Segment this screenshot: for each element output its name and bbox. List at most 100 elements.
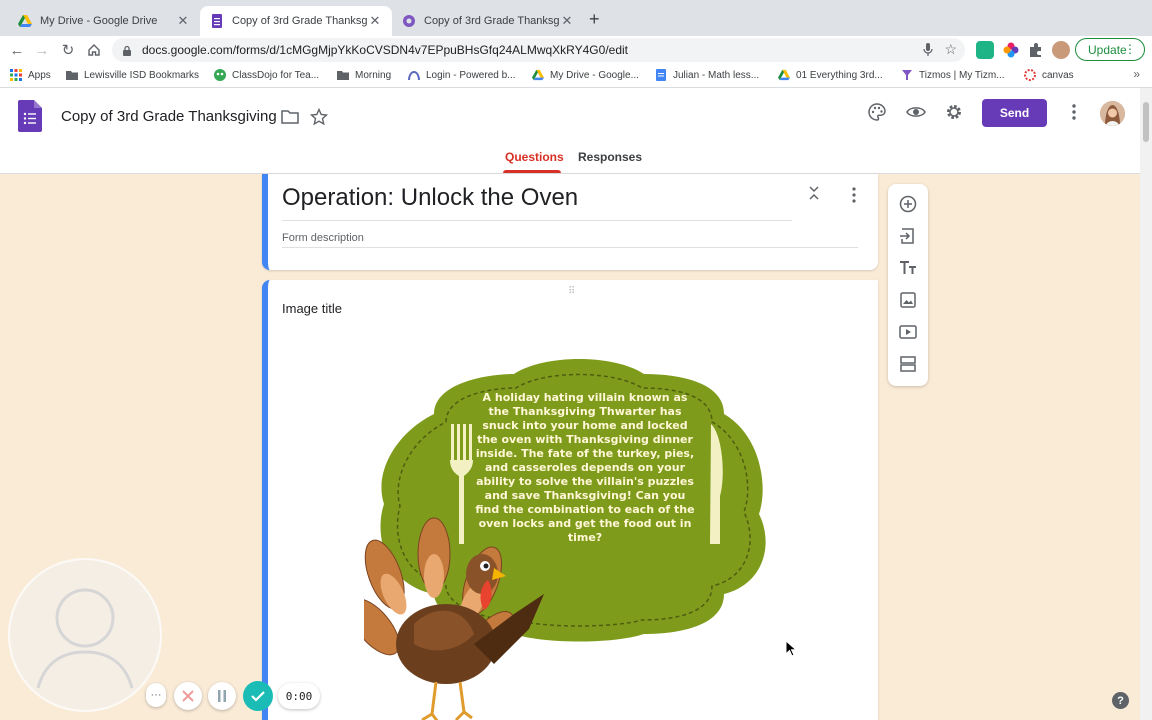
scrollbar-thumb[interactable] bbox=[1143, 102, 1149, 142]
update-button[interactable]: Update ⋮ bbox=[1075, 38, 1145, 61]
folder-icon bbox=[337, 71, 349, 80]
card-more-icon[interactable] bbox=[848, 186, 860, 204]
add-item-toolbar bbox=[888, 184, 928, 386]
bookmark-my-drive[interactable]: My Drive - Google... bbox=[532, 69, 639, 81]
pause-recording-icon[interactable] bbox=[208, 682, 236, 710]
bookmark-star-icon[interactable]: ☆ bbox=[944, 41, 957, 58]
canvas-icon bbox=[1024, 69, 1036, 81]
recorder-more-icon[interactable]: ··· bbox=[146, 683, 166, 707]
form-title[interactable]: Operation: Unlock the Oven bbox=[282, 184, 578, 212]
tab-title: Copy of 3rd Grade Thanksgiving bbox=[424, 15, 560, 27]
close-tab-icon[interactable]: ✕ bbox=[368, 13, 382, 29]
bookmark-label: Morning bbox=[355, 69, 392, 81]
preview-eye-icon[interactable] bbox=[905, 101, 927, 123]
send-button[interactable]: Send bbox=[982, 99, 1047, 127]
bookmark-label: canvas bbox=[1042, 69, 1074, 81]
bookmark-label: Login - Powered b... bbox=[426, 69, 516, 81]
reload-icon[interactable]: ↻ bbox=[58, 40, 78, 60]
image-title-field[interactable]: Image title bbox=[282, 301, 342, 316]
bookmarks-bar: Apps Lewisville ISD Bookmarks ClassDojo … bbox=[0, 64, 1152, 88]
bookmark-julian[interactable]: Julian - Math less... bbox=[655, 69, 759, 81]
folder-icon bbox=[66, 71, 78, 80]
bookmark-everything-3rd[interactable]: 01 Everything 3rd... bbox=[778, 69, 883, 81]
browser-menu-icon[interactable]: ⋮ bbox=[1124, 42, 1136, 56]
page-scrollbar[interactable] bbox=[1140, 88, 1152, 720]
address-bar[interactable]: docs.google.com/forms/d/1cMGgMjpYkKoCVSD… bbox=[112, 38, 965, 62]
mouse-cursor-icon bbox=[785, 640, 797, 657]
google-forms-icon bbox=[212, 14, 222, 28]
move-to-folder-icon[interactable] bbox=[279, 106, 301, 128]
cancel-recording-icon[interactable] bbox=[174, 682, 202, 710]
recording-timer: 0:00 bbox=[278, 683, 320, 709]
bookmark-apps[interactable]: Apps bbox=[10, 69, 51, 81]
tab-questions[interactable]: Questions bbox=[505, 150, 564, 164]
bookmark-label: Tizmos | My Tizm... bbox=[919, 69, 1005, 81]
forms-header: Copy of 3rd Grade Thanksgiving Send Ques… bbox=[0, 88, 1152, 174]
add-image-icon[interactable] bbox=[898, 290, 918, 310]
extension-screencast-icon[interactable] bbox=[976, 41, 994, 59]
more-bookmarks-icon[interactable]: » bbox=[1133, 67, 1140, 81]
bookmark-tizmos[interactable]: Tizmos | My Tizm... bbox=[901, 69, 1005, 81]
bookmark-morning[interactable]: Morning bbox=[337, 69, 391, 81]
finish-recording-icon[interactable] bbox=[243, 681, 273, 711]
bookmark-login[interactable]: Login - Powered b... bbox=[408, 69, 516, 81]
extension-flower-icon[interactable] bbox=[1002, 41, 1020, 59]
bookmark-label: ClassDojo for Tea... bbox=[232, 69, 320, 81]
add-video-icon[interactable] bbox=[898, 322, 918, 342]
bookmark-classdojo[interactable]: ClassDojo for Tea... bbox=[214, 69, 319, 81]
google-drive-icon bbox=[778, 69, 790, 81]
bookmark-label: My Drive - Google... bbox=[550, 69, 639, 81]
add-question-icon[interactable] bbox=[898, 194, 918, 214]
bookmark-canvas[interactable]: canvas bbox=[1024, 69, 1074, 81]
tab-title: My Drive - Google Drive bbox=[40, 15, 158, 27]
back-icon[interactable]: ← bbox=[7, 40, 27, 60]
close-tab-icon[interactable]: ✕ bbox=[560, 13, 574, 29]
palette-icon[interactable] bbox=[866, 101, 888, 123]
tab-forms-other[interactable]: Copy of 3rd Grade Thanksgiving ✕ bbox=[392, 6, 584, 36]
divider bbox=[282, 220, 792, 221]
profile-avatar[interactable] bbox=[1052, 41, 1070, 59]
tab-my-drive[interactable]: My Drive - Google Drive ✕ bbox=[8, 6, 200, 36]
tab-forms-edit[interactable]: Copy of 3rd Grade Thanksgiving ✕ bbox=[200, 6, 392, 36]
gear-flower-icon bbox=[403, 15, 415, 27]
bookmark-label: Apps bbox=[28, 69, 51, 81]
tab-title: Copy of 3rd Grade Thanksgiving bbox=[232, 15, 368, 27]
extensions-puzzle-icon[interactable] bbox=[1027, 41, 1045, 59]
home-icon[interactable] bbox=[84, 40, 104, 60]
forward-icon[interactable]: → bbox=[32, 40, 52, 60]
story-text: A holiday hating villain known as the Th… bbox=[475, 391, 695, 544]
drag-handle-icon[interactable]: ⠿ bbox=[568, 286, 576, 297]
apps-grid-icon bbox=[10, 69, 22, 81]
person-placeholder-icon bbox=[36, 588, 134, 689]
account-avatar[interactable] bbox=[1100, 101, 1125, 126]
divider bbox=[282, 247, 858, 248]
bookmark-lisd[interactable]: Lewisville ISD Bookmarks bbox=[66, 69, 199, 81]
url-text: docs.google.com/forms/d/1cMGgMjpYkKoCVSD… bbox=[142, 43, 628, 57]
help-icon[interactable]: ? bbox=[1112, 692, 1129, 709]
star-icon[interactable] bbox=[308, 106, 330, 128]
import-questions-icon[interactable] bbox=[898, 226, 918, 246]
more-options-icon[interactable] bbox=[1063, 101, 1085, 123]
google-docs-icon bbox=[656, 69, 666, 81]
add-section-icon[interactable] bbox=[898, 354, 918, 374]
active-tab-indicator bbox=[503, 170, 561, 173]
update-label: Update bbox=[1088, 42, 1127, 57]
microphone-icon[interactable] bbox=[923, 43, 933, 56]
google-drive-icon bbox=[18, 15, 32, 27]
google-drive-icon bbox=[532, 69, 544, 81]
add-title-text-icon[interactable] bbox=[898, 258, 918, 278]
rainbow-icon bbox=[408, 71, 420, 81]
document-title[interactable]: Copy of 3rd Grade Thanksgiving bbox=[61, 108, 277, 125]
form-title-card[interactable]: Operation: Unlock the Oven Form descript… bbox=[262, 174, 878, 270]
form-description-field[interactable]: Form description bbox=[282, 232, 364, 244]
new-tab-button[interactable]: + bbox=[589, 9, 600, 30]
settings-gear-icon[interactable] bbox=[943, 101, 965, 123]
browser-toolbar: ← → ↻ docs.google.com/forms/d/1cMGgMjpYk… bbox=[0, 36, 1152, 64]
bookmark-label: Julian - Math less... bbox=[673, 69, 760, 81]
close-tab-icon[interactable]: ✕ bbox=[176, 13, 190, 29]
google-forms-logo-icon[interactable] bbox=[18, 100, 42, 132]
tab-responses[interactable]: Responses bbox=[578, 150, 642, 164]
collapse-icon[interactable] bbox=[808, 186, 820, 203]
tizmos-icon bbox=[902, 70, 912, 80]
webcam-bubble[interactable] bbox=[8, 558, 162, 712]
